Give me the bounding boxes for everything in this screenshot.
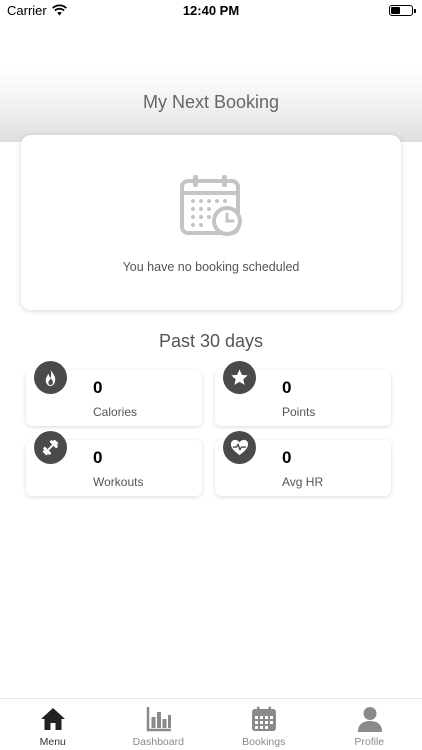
tab-profile[interactable]: Profile (317, 699, 422, 750)
tab-menu[interactable]: Menu (0, 699, 106, 750)
section-title-past-30-days: Past 30 days (158, 331, 264, 351)
tab-label: Profile (354, 736, 385, 748)
tab-bar: Menu Dashboard Bookings Profile (0, 698, 422, 750)
dumbbell-icon (34, 431, 67, 464)
home-icon (41, 708, 65, 730)
battery-icon (389, 5, 416, 16)
status-bar: Carrier 12:40 PM (0, 0, 422, 22)
no-booking-message: You have no booking scheduled (122, 260, 300, 274)
stat-value: 0 (93, 378, 103, 397)
tab-label: Dashboard (132, 736, 184, 748)
next-booking-card: You have no booking scheduled (21, 135, 401, 310)
bar-chart-icon (146, 707, 171, 732)
stat-value: 0 (93, 448, 103, 467)
stat-value: 0 (282, 378, 292, 397)
stat-value: 0 (282, 448, 292, 467)
header: My Next Booking (0, 22, 422, 142)
tab-dashboard[interactable]: Dashboard (106, 699, 212, 750)
page-title: My Next Booking (142, 92, 280, 112)
user-icon (357, 707, 382, 732)
calendar-icon (252, 706, 276, 731)
flame-icon (34, 361, 67, 394)
tab-label: Bookings (242, 736, 286, 748)
heart-rate-icon (223, 431, 256, 464)
tab-label: Menu (39, 736, 66, 748)
stat-label: Avg HR (282, 475, 324, 489)
calendar-clock-icon (180, 175, 242, 236)
battery-level (391, 7, 400, 14)
stat-label: Points (282, 405, 316, 419)
stat-label: Calories (93, 405, 138, 419)
status-time: 12:40 PM (182, 3, 240, 18)
stat-label: Workouts (93, 475, 144, 489)
star-icon (223, 361, 256, 394)
tab-bookings[interactable]: Bookings (211, 699, 317, 750)
